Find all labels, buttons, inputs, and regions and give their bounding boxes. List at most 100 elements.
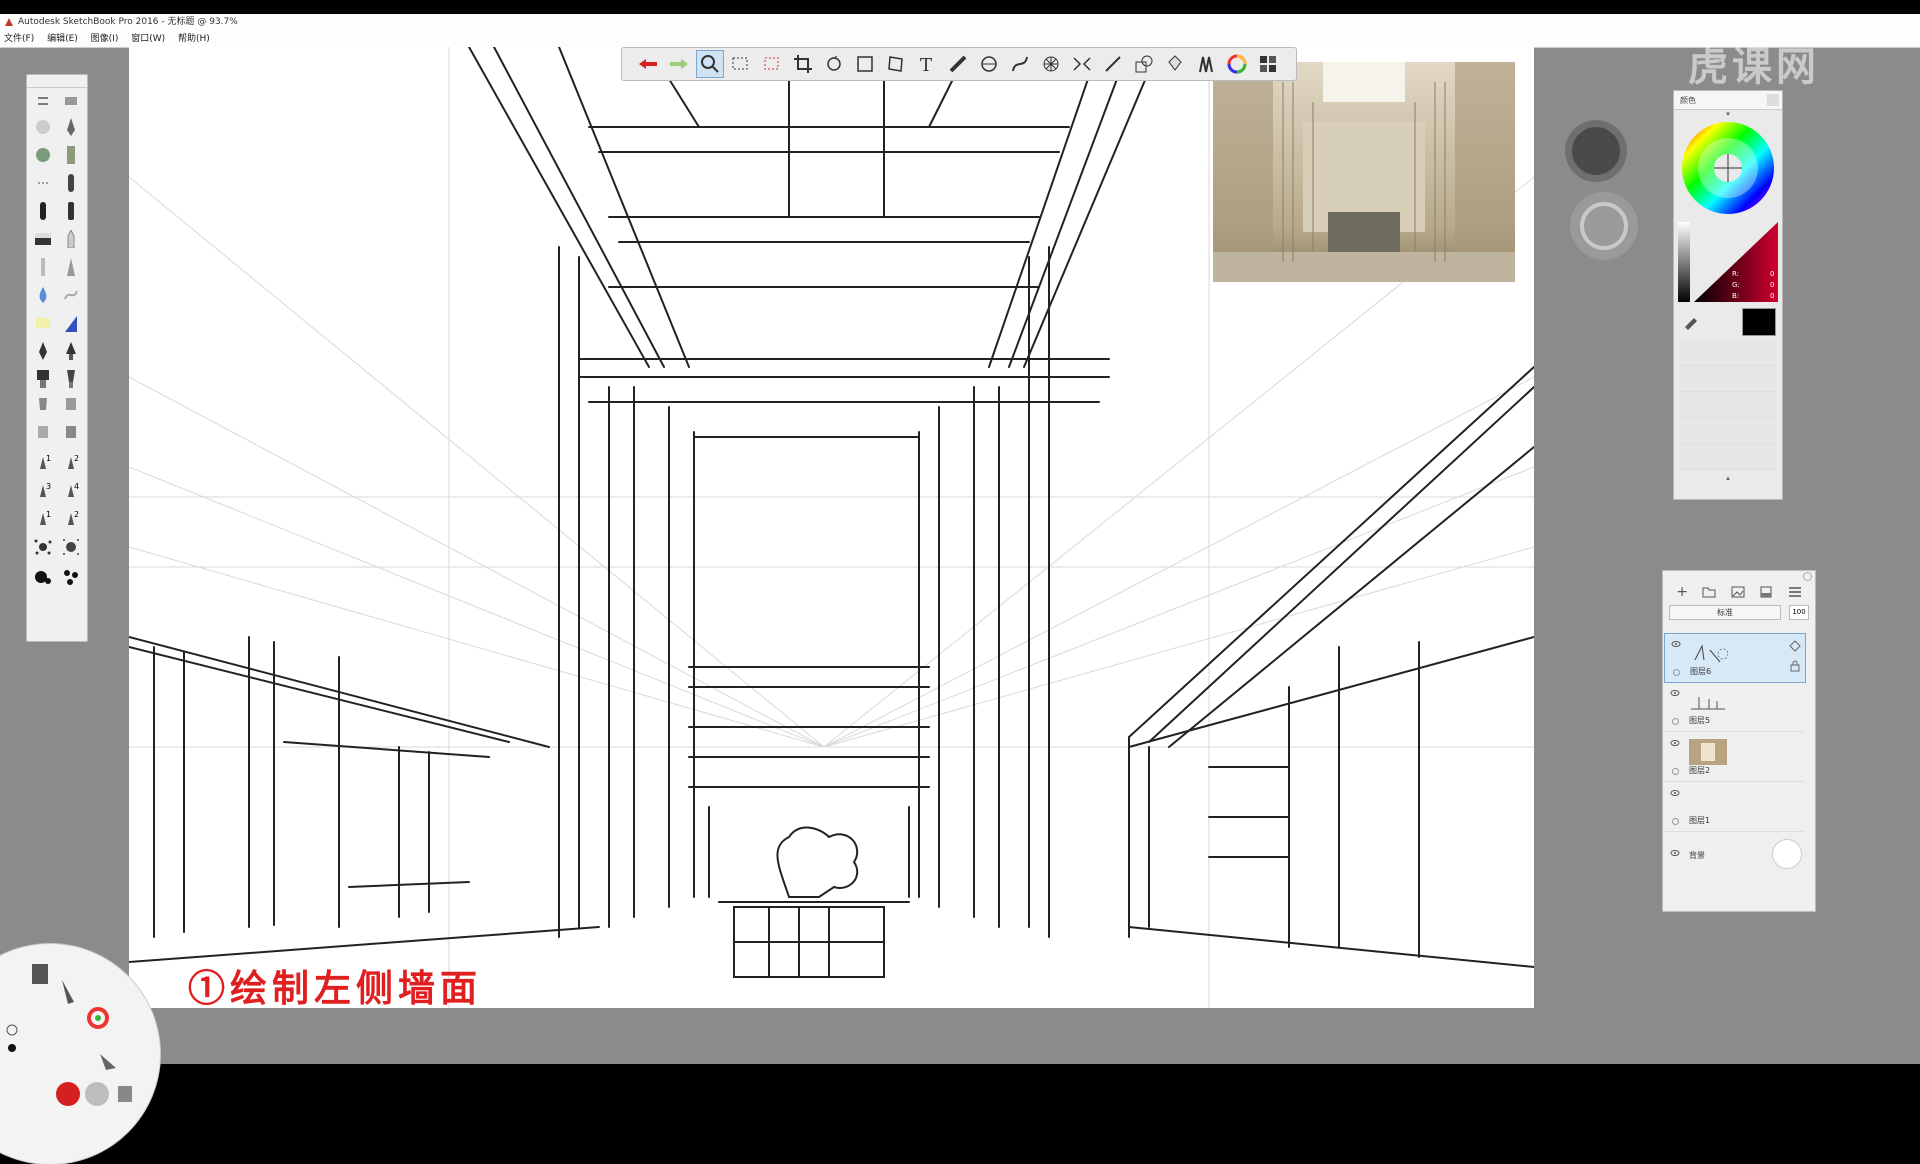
custom-brush-5-icon[interactable]: 1 xyxy=(33,509,53,529)
blend-mode-select[interactable]: 标准 xyxy=(1669,605,1781,620)
saturation-triangle[interactable]: R: 0 G: 0 B: 0 xyxy=(1674,218,1782,306)
lagoon-toolbox-icon[interactable] xyxy=(32,964,48,984)
opacity-value[interactable]: 100 xyxy=(1789,605,1809,620)
perspective-icon[interactable] xyxy=(1037,50,1065,78)
dry-brush-icon[interactable] xyxy=(61,425,81,445)
ruler-icon[interactable] xyxy=(944,50,972,78)
blue-marker-icon[interactable] xyxy=(61,313,81,333)
swap-icon[interactable] xyxy=(33,91,53,111)
color-wheel-icon[interactable] xyxy=(1223,50,1251,78)
layer-row-5[interactable]: 图层5 xyxy=(1664,683,1804,732)
undo-icon[interactable] xyxy=(634,50,662,78)
menu-image[interactable]: 图像(I) xyxy=(91,34,119,44)
layer-row-1[interactable]: 图层1 xyxy=(1664,783,1804,832)
line-icon[interactable] xyxy=(1099,50,1127,78)
round-brush-icon[interactable] xyxy=(33,341,53,361)
panel-close-icon[interactable] xyxy=(1767,94,1779,106)
visibility-eye-icon[interactable] xyxy=(1671,640,1681,647)
ellipse-icon[interactable] xyxy=(975,50,1003,78)
custom-brush-2-icon[interactable]: 2 xyxy=(61,453,81,473)
brush-palette-icon[interactable] xyxy=(1192,50,1220,78)
lagoon-zoom-icon[interactable] xyxy=(6,1024,18,1036)
custom-brush-1-icon[interactable]: 1 xyxy=(33,453,53,473)
panel-close-icon[interactable] xyxy=(1803,572,1812,581)
lagoon-brush-icon[interactable] xyxy=(62,980,74,1004)
visibility-eye-icon[interactable] xyxy=(1670,849,1680,856)
pencil-brush-icon[interactable] xyxy=(61,229,81,249)
transform-icon[interactable] xyxy=(851,50,879,78)
lasso-select-icon[interactable] xyxy=(758,50,786,78)
pattern-brush-icon[interactable] xyxy=(61,145,81,165)
lagoon-redo-icon[interactable] xyxy=(85,1082,109,1106)
palette-menu-icon[interactable] xyxy=(61,91,81,111)
merge-layer-icon[interactable] xyxy=(1759,583,1773,602)
layer-opacity-icon[interactable] xyxy=(1789,637,1805,652)
water-drop-brush-icon[interactable] xyxy=(33,285,53,305)
layer-radio[interactable] xyxy=(1672,768,1679,775)
add-group-icon[interactable] xyxy=(1702,583,1716,602)
flat-brush-icon[interactable] xyxy=(33,369,53,389)
menu-file[interactable]: 文件(F) xyxy=(4,34,34,44)
text-icon[interactable]: T xyxy=(913,50,941,78)
color-panel-header[interactable]: 颜色 xyxy=(1674,91,1782,110)
crop-icon[interactable] xyxy=(789,50,817,78)
rotate-icon[interactable] xyxy=(820,50,848,78)
shape-icon[interactable] xyxy=(1130,50,1158,78)
fill-icon[interactable] xyxy=(1161,50,1189,78)
reference-image[interactable] xyxy=(1213,62,1515,282)
airbrush-icon[interactable] xyxy=(61,173,81,193)
background-color-swatch[interactable] xyxy=(1772,839,1802,869)
layer-menu-icon[interactable] xyxy=(1788,583,1802,602)
hard-eraser-icon[interactable] xyxy=(33,229,53,249)
rect-select-icon[interactable] xyxy=(727,50,755,78)
blob-brush-icon[interactable] xyxy=(33,567,53,587)
scatter-brush-icon[interactable] xyxy=(61,537,81,557)
wet-brush-icon[interactable] xyxy=(33,425,53,445)
layer-radio[interactable] xyxy=(1672,818,1679,825)
color-puck[interactable] xyxy=(1570,192,1638,260)
visibility-eye-icon[interactable] xyxy=(1670,789,1680,796)
paint-brush-icon[interactable] xyxy=(61,369,81,389)
fine-pencil-icon[interactable] xyxy=(61,257,81,277)
highlighter-brush-icon[interactable] xyxy=(33,313,53,333)
soft-eraser-brush-icon[interactable] xyxy=(33,117,53,137)
chisel-brush-icon[interactable] xyxy=(33,257,53,277)
add-layer-icon[interactable]: + xyxy=(1676,584,1688,600)
menu-edit[interactable]: 编辑(E) xyxy=(47,34,78,44)
layer-row-background[interactable]: 背景 xyxy=(1664,833,1804,873)
brush-size-puck[interactable] xyxy=(1565,120,1627,182)
smear-brush-icon[interactable] xyxy=(61,285,81,305)
custom-brush-3-icon[interactable]: 3 xyxy=(33,481,53,501)
ink-brush-icon[interactable] xyxy=(61,201,81,221)
splatter-brush-icon[interactable] xyxy=(33,537,53,557)
layers-panel-header[interactable] xyxy=(1663,571,1815,581)
copic-library-icon[interactable] xyxy=(1254,50,1282,78)
lagoon-clear-icon[interactable] xyxy=(118,1086,132,1102)
custom-brush-6-icon[interactable]: 2 xyxy=(61,509,81,529)
layer-radio[interactable] xyxy=(1673,669,1680,676)
menu-window[interactable]: 窗口(W) xyxy=(131,34,165,44)
layer-radio[interactable] xyxy=(1672,718,1679,725)
symmetry-icon[interactable] xyxy=(1068,50,1096,78)
texture-brush-icon[interactable] xyxy=(33,145,53,165)
visibility-eye-icon[interactable] xyxy=(1670,689,1680,696)
swatch-grid[interactable] xyxy=(1680,340,1776,470)
dots-brush-icon[interactable] xyxy=(33,173,53,193)
expand-arrow-icon[interactable]: ▴ xyxy=(1674,474,1782,482)
zoom-icon[interactable] xyxy=(696,50,724,78)
custom-brush-4-icon[interactable]: 4 xyxy=(61,481,81,501)
lagoon-color-dot-icon[interactable] xyxy=(8,1044,16,1052)
lagoon-undo-icon[interactable] xyxy=(56,1082,80,1106)
visibility-eye-icon[interactable] xyxy=(1670,739,1680,746)
palette-header[interactable] xyxy=(27,75,87,88)
technical-pen-brush-icon[interactable] xyxy=(61,117,81,137)
layer-lock-icon[interactable] xyxy=(1789,657,1805,672)
collapse-arrow-icon[interactable]: ▾ xyxy=(1674,110,1782,118)
lagoon-color-wheel-icon[interactable] xyxy=(87,1007,109,1029)
wide-brush-icon[interactable] xyxy=(61,397,81,417)
layer-row-2[interactable]: 图层2 xyxy=(1664,733,1804,782)
eyedropper-icon[interactable] xyxy=(1682,312,1700,334)
add-image-icon[interactable] xyxy=(1731,583,1745,602)
lagoon-select-icon[interactable] xyxy=(100,1054,116,1070)
marker-brush-icon[interactable] xyxy=(33,201,53,221)
